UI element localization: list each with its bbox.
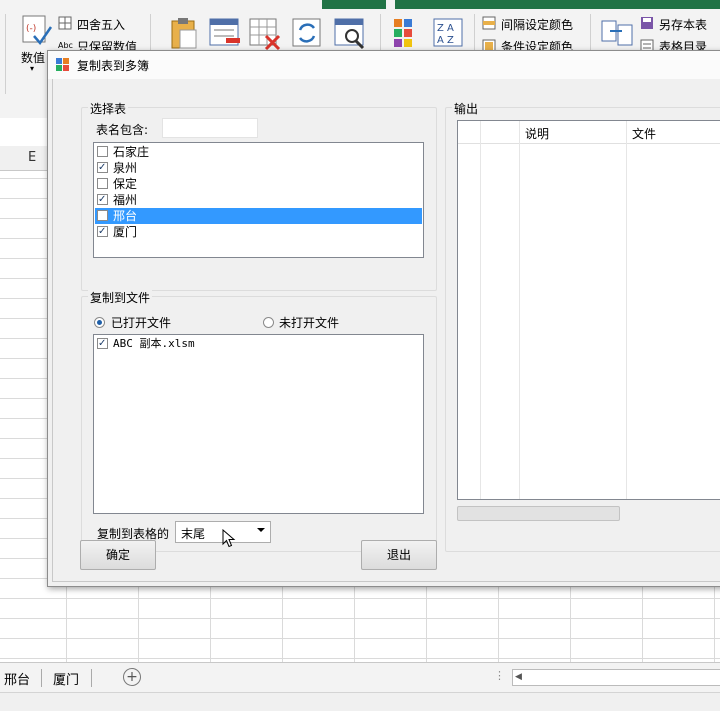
chevron-down-icon[interactable] [257, 528, 265, 532]
file-list-item[interactable]: ABC 副本.xlsm [95, 336, 295, 352]
active-ribbon-tab-indicator [322, 0, 386, 9]
grid-column-divider [519, 121, 520, 499]
copy-sheets-dialog: 复制表到多簿 选择表 表名包含: 石家庄泉州保定福州邢台厦门 复制到文件 已打开… [47, 50, 720, 587]
number-format-icon[interactable]: (-) [20, 14, 54, 48]
copy-sheets-icon[interactable] [600, 16, 634, 50]
sheet-name[interactable]: 保定 [113, 176, 137, 192]
sheet-list-item[interactable]: 邢台 [95, 208, 422, 224]
sheet-name[interactable]: 福州 [113, 192, 137, 208]
svg-text:(-): (-) [26, 24, 36, 34]
sheet-name[interactable]: 石家庄 [113, 144, 149, 160]
delete-rows-icon[interactable] [208, 16, 242, 50]
filter-input[interactable] [162, 118, 258, 138]
app-icon [56, 58, 69, 71]
ribbon-tab-strip [395, 0, 720, 9]
filter-label: 表名包含: [96, 123, 149, 137]
sheet-list-item[interactable]: 石家庄 [95, 144, 215, 160]
sheet-checkbox[interactable] [97, 224, 108, 240]
sheet-tab-xingtai[interactable]: 邢台 [4, 669, 30, 688]
chevron-down-icon[interactable]: ▾ [30, 64, 34, 73]
sheet-tab-xiamen[interactable]: 厦门 [53, 669, 79, 688]
sheet-name[interactable]: 厦门 [113, 224, 137, 240]
select-sheets-group: 选择表 表名包含: 石家庄泉州保定福州邢台厦门 [81, 100, 437, 291]
output-grid[interactable]: 说明 文件 [457, 120, 720, 500]
radio-unopened-files[interactable] [263, 317, 274, 328]
sheet-checkbox[interactable] [97, 178, 108, 189]
dialog-titlebar[interactable]: 复制表到多簿 [48, 51, 720, 79]
ok-button[interactable]: 确定 [80, 540, 156, 570]
round-button[interactable]: 四舍五入 [77, 16, 125, 33]
output-group: 输出 说明 文件 [445, 100, 720, 552]
clear-table-icon[interactable] [248, 16, 282, 50]
sheet-list-item[interactable]: 保定 [95, 176, 215, 192]
round-icon [58, 16, 72, 30]
refresh-table-icon[interactable] [290, 16, 324, 50]
status-bar [0, 692, 720, 711]
radio-opened-files[interactable] [94, 317, 105, 328]
copy-to-file-group: 复制到文件 已打开文件 未打开文件 ABC 副本.xlsm 复制到表格的 末尾 [81, 289, 437, 552]
horizontal-scrollbar[interactable]: ◀ [512, 669, 720, 686]
svg-text:Z A: Z A [437, 23, 454, 34]
mouse-cursor-icon [222, 529, 236, 548]
output-group-title: 输出 [452, 100, 481, 117]
exit-button[interactable]: 退出 [361, 540, 437, 570]
svg-text:A Z: A Z [437, 35, 454, 46]
ribbon-separator [5, 14, 6, 94]
sheet-list-item[interactable]: 福州 [95, 192, 215, 208]
sheet-tab-bar: 邢台 厦门 + ⋮ ◀ [0, 662, 720, 693]
radio-unopened-files-label[interactable]: 未打开文件 [279, 314, 339, 331]
dialog-title: 复制表到多簿 [77, 59, 150, 73]
sheet-tab-separator [41, 669, 42, 687]
copy-position-value: 末尾 [181, 527, 206, 541]
save-copy-icon [641, 17, 653, 29]
grid-column-divider [626, 121, 627, 499]
interval-color-icon [482, 16, 496, 30]
dialog-body: 选择表 表名包含: 石家庄泉州保定福州邢台厦门 复制到文件 已打开文件 未打开文… [52, 79, 720, 582]
sheet-checkbox[interactable] [97, 160, 108, 176]
sheet-checkbox[interactable] [97, 192, 108, 208]
scroll-left-icon[interactable]: ◀ [515, 672, 522, 682]
sheet-list-item[interactable]: 厦门 [95, 224, 215, 240]
sort-az-icon[interactable]: Z A A Z [432, 16, 466, 50]
save-copy-button[interactable]: 另存本表 [659, 16, 707, 33]
search-table-icon[interactable] [333, 16, 367, 50]
file-checkbox[interactable] [97, 336, 108, 352]
copy-to-file-group-title: 复制到文件 [88, 289, 153, 306]
grid-column-divider [480, 121, 481, 499]
select-sheets-group-title: 选择表 [88, 100, 129, 117]
output-grid-header [458, 121, 720, 144]
sheet-name[interactable]: 邢台 [113, 208, 137, 224]
output-col-description[interactable]: 说明 [525, 125, 549, 142]
interval-color-button[interactable]: 间隔设定颜色 [501, 16, 573, 33]
color-blocks-icon[interactable] [391, 16, 425, 50]
sheet-name[interactable]: 泉州 [113, 160, 137, 176]
add-sheet-icon[interactable]: + [123, 668, 141, 686]
splitter-handle-icon[interactable]: ⋮ [494, 669, 505, 682]
sheet-listbox[interactable]: 石家庄泉州保定福州邢台厦门 [93, 142, 424, 258]
file-listbox[interactable]: ABC 副本.xlsm [93, 334, 424, 514]
sheet-tab-separator [91, 669, 92, 687]
output-horizontal-scrollbar[interactable] [457, 506, 620, 521]
sheet-checkbox[interactable] [97, 210, 108, 221]
clipboard-icon[interactable] [167, 16, 201, 50]
output-col-file[interactable]: 文件 [632, 125, 656, 142]
radio-opened-files-label[interactable]: 已打开文件 [111, 314, 171, 331]
abc-icon: Abc [58, 41, 73, 50]
column-header-e[interactable]: E [28, 150, 36, 165]
file-name[interactable]: ABC 副本.xlsm [113, 336, 195, 352]
sheet-list-item[interactable]: 泉州 [95, 160, 215, 176]
sheet-checkbox[interactable] [97, 146, 108, 157]
